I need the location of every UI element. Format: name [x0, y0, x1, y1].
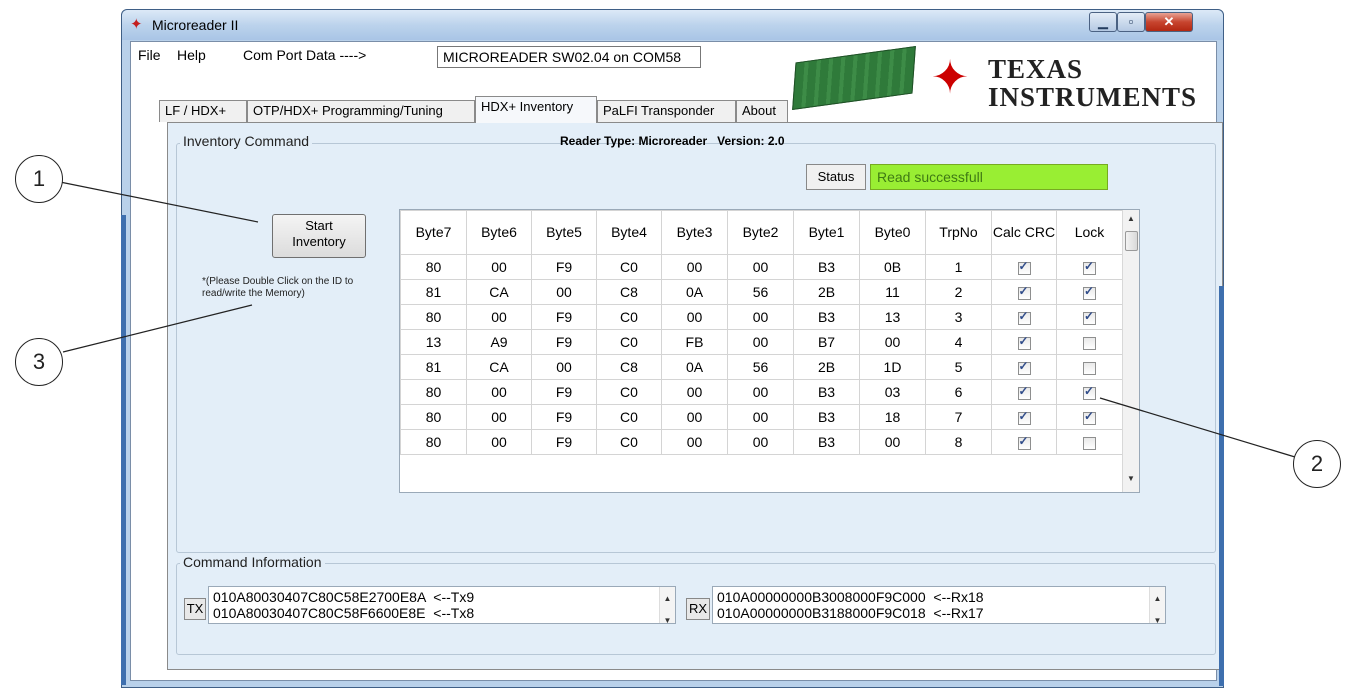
callout-1: 1: [15, 155, 63, 203]
callout-2-line: [1099, 397, 1296, 458]
callout-3: 3: [15, 338, 63, 386]
callout-1-line: [59, 181, 259, 223]
callout-3-line: [62, 304, 253, 353]
tab-hdx-inventory[interactable]: HDX+ Inventory: [475, 96, 597, 123]
callout-lines: [59, 181, 1296, 458]
callout-2: 2: [1293, 440, 1341, 488]
